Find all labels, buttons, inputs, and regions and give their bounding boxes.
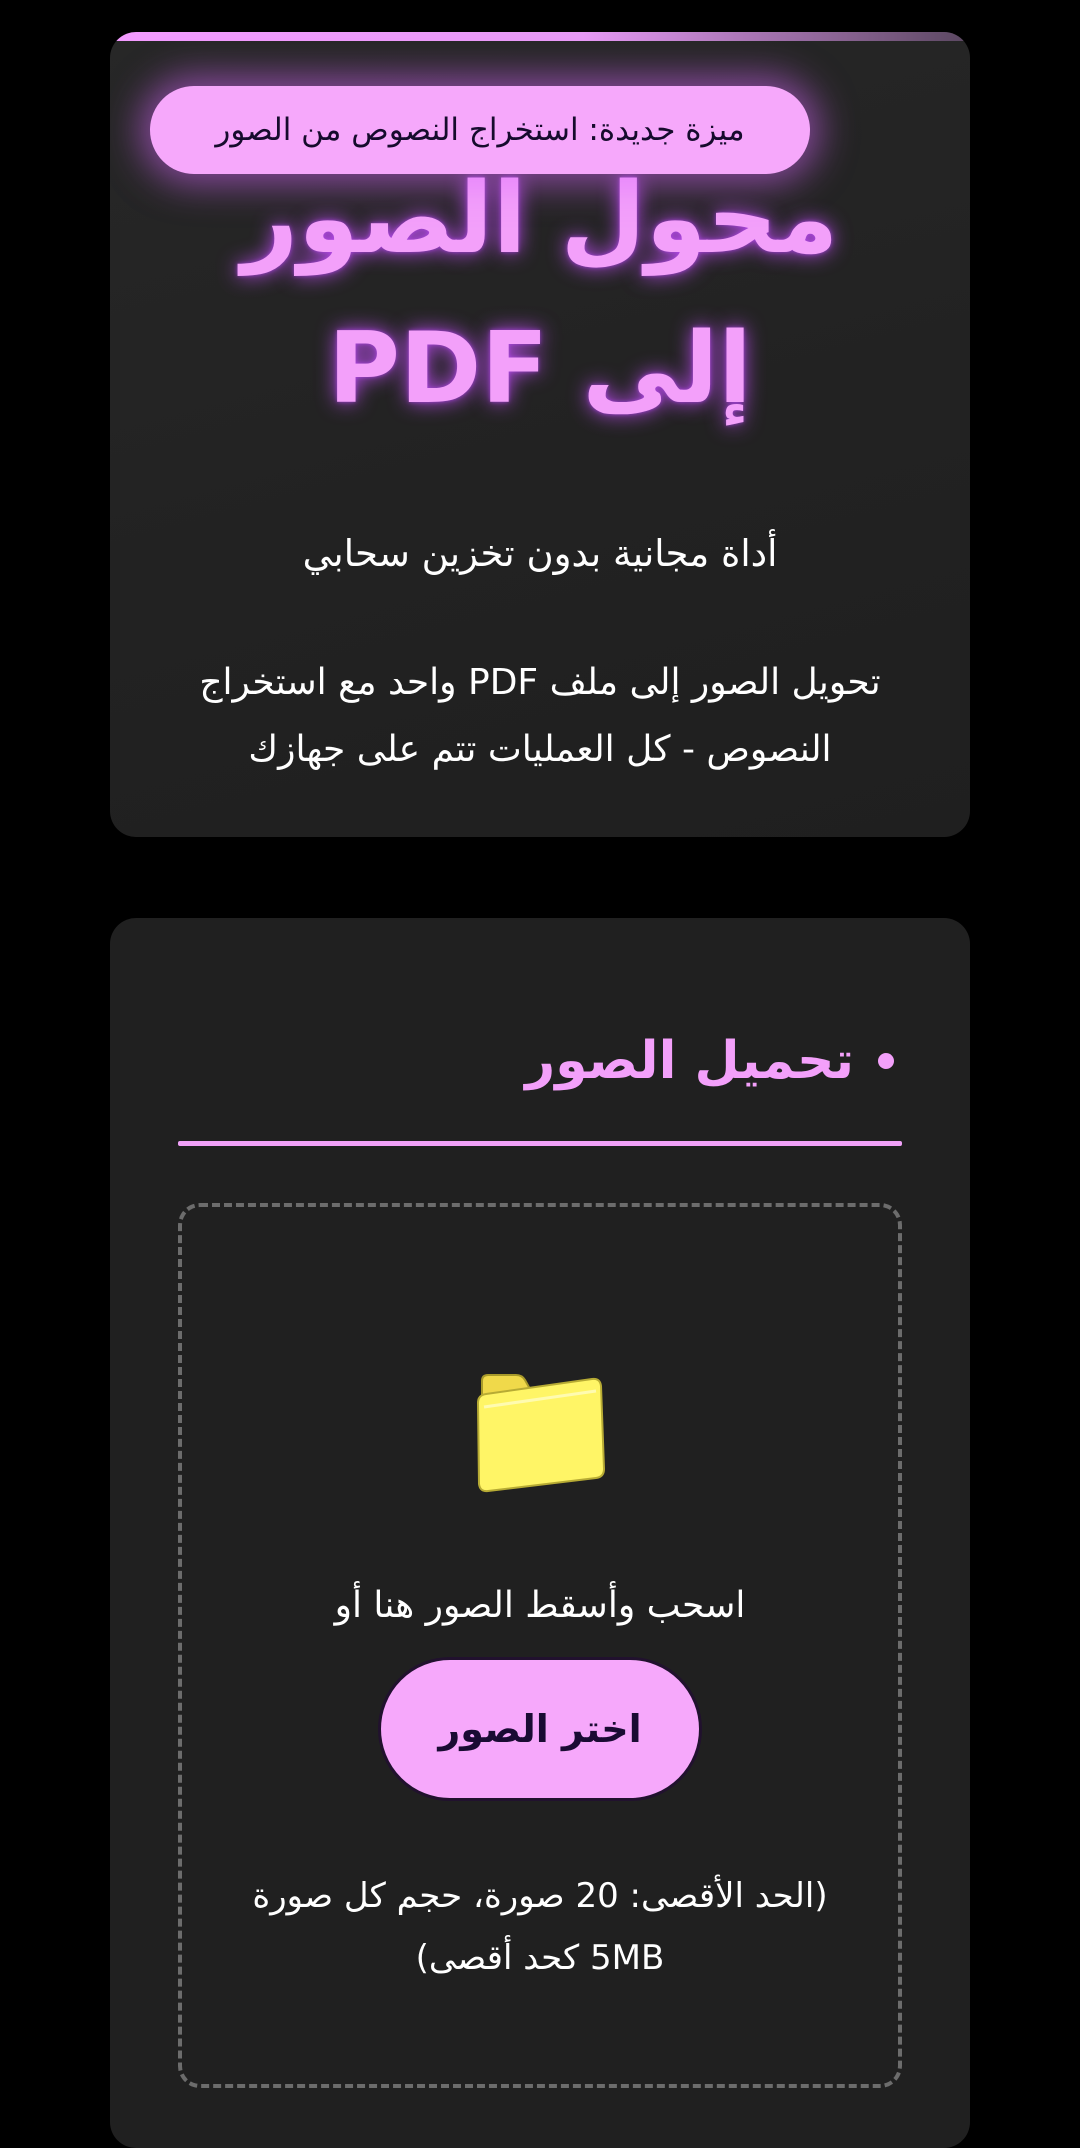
section-divider (178, 1141, 902, 1146)
hero-card: ميزة جديدة: استخراج النصوص من الصور محول… (110, 32, 970, 837)
bullet-icon (878, 1053, 894, 1069)
folder-icon (470, 1367, 610, 1497)
new-feature-badge: ميزة جديدة: استخراج النصوص من الصور (150, 86, 810, 174)
upload-heading: تحميل الصور (525, 1031, 854, 1091)
hero-description: تحويل الصور إلى ملف PDF واحد مع استخراج … (199, 662, 881, 770)
upload-card: تحميل الصور اسحب وأسقط الصور هنا أو اختر… (110, 918, 970, 2148)
choose-images-button[interactable]: اختر الصور (378, 1657, 702, 1801)
drop-instruction: اسحب وأسقط الصور هنا أو (334, 1585, 746, 1626)
drop-zone[interactable]: اسحب وأسقط الصور هنا أو اختر الصور (الحد… (178, 1203, 902, 2088)
upload-section-header: تحميل الصور (180, 1016, 900, 1106)
upload-limits-note: (الحد الأقصى: 20 صورة، حجم كل صورة 5MB ك… (252, 1876, 828, 1978)
page-title: محول الصور إلى PDF (241, 162, 839, 426)
hero-subtitle: أداة مجانية بدون تخزين سحابي (302, 532, 778, 575)
hero-accent-bar (110, 32, 970, 41)
